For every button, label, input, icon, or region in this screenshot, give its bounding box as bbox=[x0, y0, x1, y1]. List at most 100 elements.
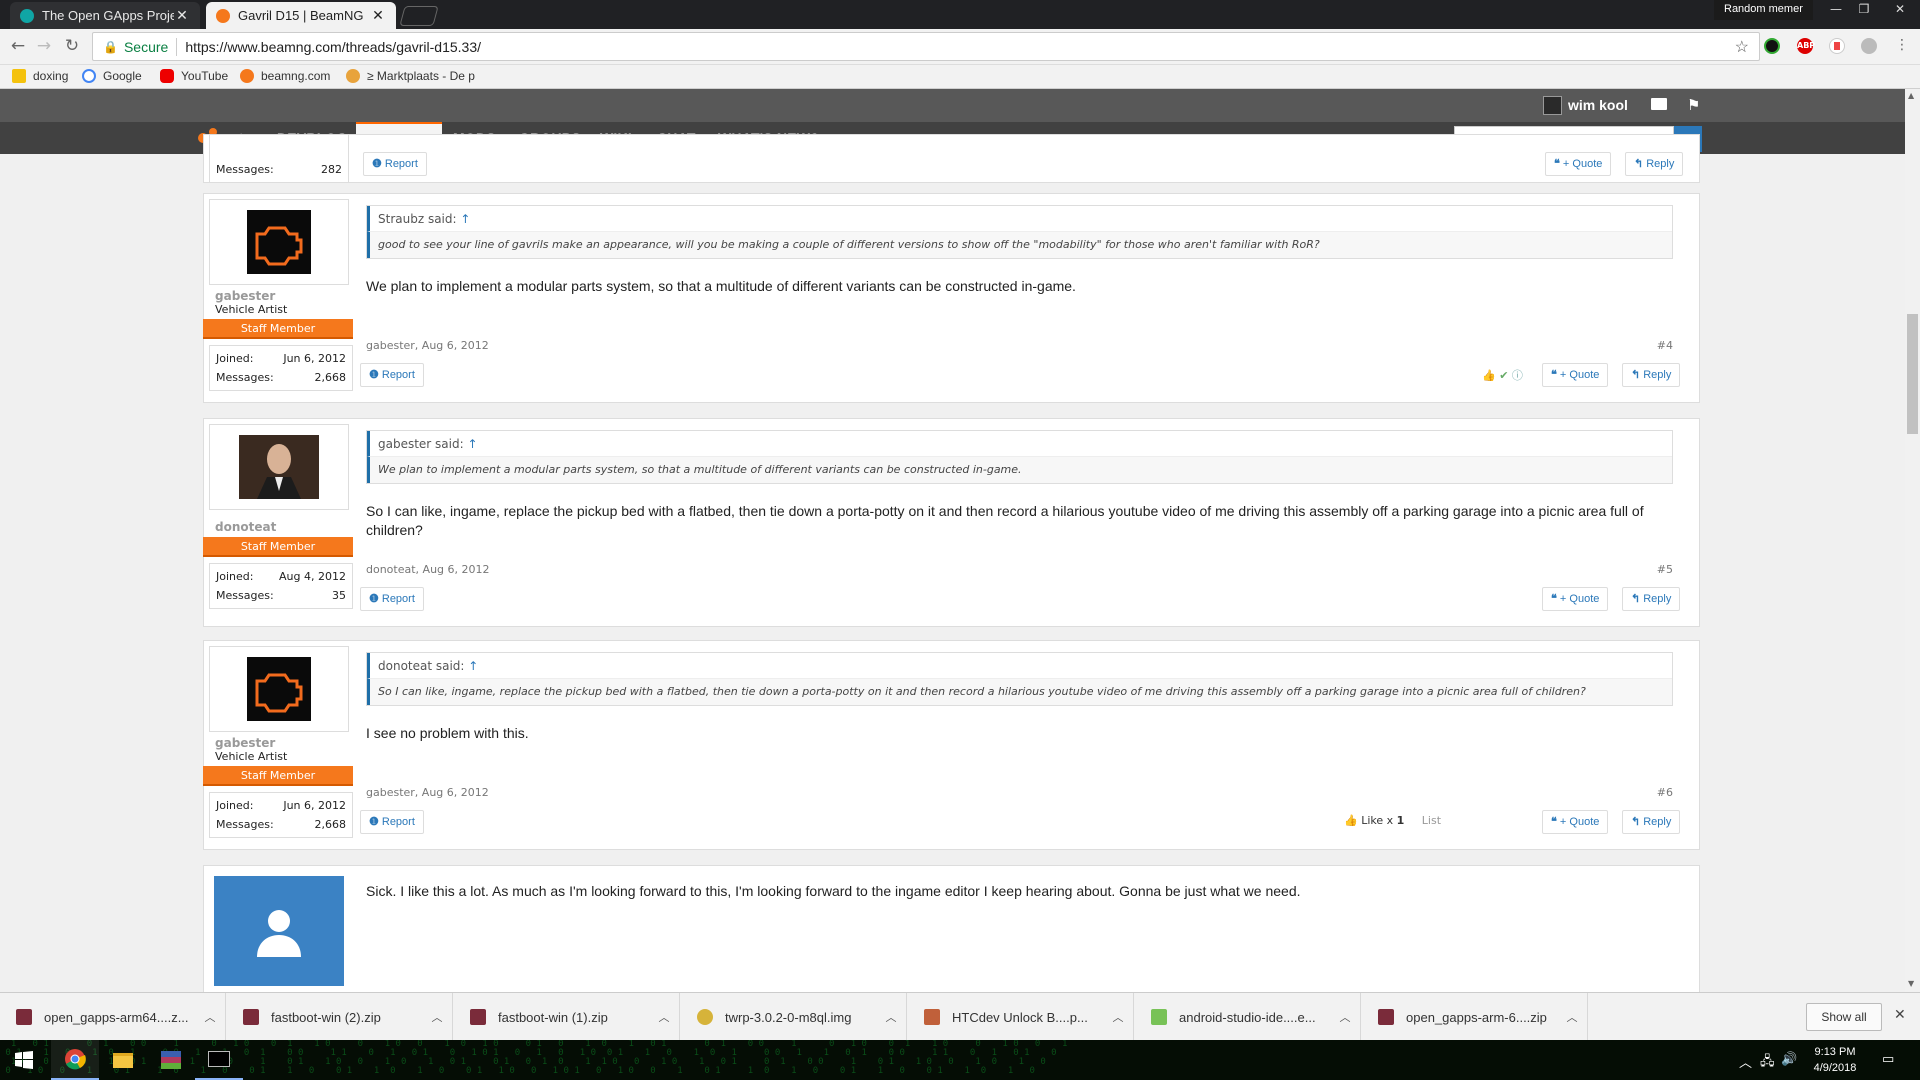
scroll-up-icon[interactable]: ▲ bbox=[1908, 91, 1914, 100]
forward-icon[interactable]: → bbox=[34, 36, 54, 56]
messages-value: 2,668 bbox=[314, 371, 347, 384]
chevron-up-icon[interactable]: ︿ bbox=[649, 1009, 679, 1025]
chevron-up-icon[interactable]: ︿ bbox=[1557, 1009, 1587, 1025]
chrome-menu-icon[interactable]: ⋮ bbox=[1892, 35, 1912, 55]
jump-to-quote-icon[interactable]: ↑ bbox=[468, 437, 478, 451]
download-filename: android-studio-ide....e... bbox=[1179, 1009, 1316, 1025]
download-item[interactable]: twrp-3.0.2-0-m8ql.img ︿ bbox=[681, 993, 907, 1041]
avatar[interactable] bbox=[209, 424, 349, 510]
likes-list-link[interactable]: List bbox=[1422, 814, 1441, 827]
tab-beamng[interactable]: Gavril D15 | BeamNG ✕ bbox=[206, 2, 396, 29]
back-icon[interactable]: ← bbox=[8, 36, 28, 56]
chevron-up-icon[interactable]: ︿ bbox=[195, 1009, 225, 1025]
avatar[interactable] bbox=[209, 199, 349, 285]
taskbar-file-explorer[interactable] bbox=[99, 1040, 147, 1080]
download-item[interactable]: HTCdev Unlock B....p... ︿ bbox=[908, 993, 1134, 1041]
quote-button[interactable]: ❝ + Quote bbox=[1542, 363, 1609, 387]
rating-icons[interactable]: 👍 ✔ ⓘ bbox=[1482, 367, 1523, 383]
minimize-icon[interactable]: — bbox=[1822, 0, 1850, 18]
quote-button[interactable]: ❝ + Quote bbox=[1542, 587, 1609, 611]
new-tab-button[interactable] bbox=[399, 6, 439, 26]
scroll-down-icon[interactable]: ▼ bbox=[1908, 979, 1914, 988]
profile-avatar-icon[interactable] bbox=[1861, 38, 1877, 54]
author-date[interactable]: gabester, Aug 6, 2012 bbox=[366, 786, 489, 799]
post-number[interactable]: #5 bbox=[1657, 563, 1673, 576]
author-date[interactable]: gabester, Aug 6, 2012 bbox=[366, 339, 489, 352]
taskbar-chrome[interactable] bbox=[51, 1040, 99, 1080]
report-button[interactable]: ❶ Report bbox=[360, 587, 424, 611]
username-link[interactable]: gabester bbox=[215, 736, 353, 750]
inbox-icon[interactable] bbox=[1651, 98, 1667, 110]
avatar[interactable] bbox=[209, 646, 349, 732]
chevron-up-icon[interactable]: ︿ bbox=[876, 1009, 906, 1025]
username-link[interactable]: donoteat bbox=[215, 520, 353, 534]
action-center-icon[interactable]: ▭ bbox=[1882, 1052, 1894, 1067]
bookmark-doxing[interactable]: doxing bbox=[12, 69, 68, 83]
extension-icon[interactable] bbox=[1764, 38, 1780, 54]
quote-button[interactable]: ❝ + Quote bbox=[1545, 152, 1612, 176]
report-button[interactable]: ❶ Report bbox=[360, 810, 424, 834]
report-button[interactable]: ❶ Report bbox=[363, 152, 427, 176]
tab-opengapps[interactable]: The Open GApps Project ✕ bbox=[10, 2, 200, 29]
informative-icon[interactable]: ⓘ bbox=[1512, 369, 1523, 382]
user-avatar[interactable] bbox=[1543, 96, 1562, 115]
reload-icon[interactable]: ↻ bbox=[62, 36, 82, 56]
reply-button[interactable]: ↰ Reply bbox=[1622, 587, 1681, 611]
quote-button[interactable]: ❝ + Quote bbox=[1542, 810, 1609, 834]
quote-author[interactable]: donoteat said: ↑ bbox=[367, 653, 1672, 679]
bookmark-marktplaats[interactable]: ≥ Marktplaats - De p bbox=[346, 69, 475, 83]
close-downloads-icon[interactable]: ✕ bbox=[1894, 1007, 1906, 1023]
chevron-up-icon[interactable]: ︿ bbox=[422, 1009, 452, 1025]
reply-button[interactable]: ↰ Reply bbox=[1625, 152, 1684, 176]
taskbar-winrar[interactable] bbox=[147, 1040, 195, 1080]
download-item[interactable]: open_gapps-arm64....z... ︿ bbox=[0, 993, 226, 1041]
download-item[interactable]: open_gapps-arm-6....zip ︿ bbox=[1362, 993, 1588, 1041]
close-window-icon[interactable]: ✕ bbox=[1880, 0, 1920, 18]
post-number[interactable]: #4 bbox=[1657, 339, 1673, 352]
start-button[interactable] bbox=[0, 1040, 48, 1080]
reply-button[interactable]: ↰ Reply bbox=[1622, 810, 1681, 834]
restore-icon[interactable]: ❐ bbox=[1850, 0, 1878, 18]
author-date[interactable]: donoteat, Aug 6, 2012 bbox=[366, 563, 490, 576]
close-tab-icon[interactable]: ✕ bbox=[370, 7, 386, 24]
quote-text: So I can like, ingame, replace the picku… bbox=[367, 679, 1672, 705]
scroll-thumb[interactable] bbox=[1907, 314, 1918, 434]
adblock-plus-icon[interactable]: ABP bbox=[1797, 38, 1815, 54]
archive-file-icon bbox=[243, 1009, 259, 1025]
download-item[interactable]: fastboot-win (1).zip ︿ bbox=[454, 993, 680, 1041]
bookmark-youtube[interactable]: YouTube bbox=[160, 69, 228, 83]
chevron-up-icon[interactable]: ︿ bbox=[1330, 1009, 1360, 1025]
bookmark-beamng[interactable]: beamng.com bbox=[240, 69, 330, 83]
agree-icon[interactable]: ✔ bbox=[1499, 369, 1508, 382]
username-link[interactable]: gabester bbox=[215, 289, 353, 303]
taskbar-command-prompt[interactable] bbox=[195, 1040, 243, 1080]
jump-to-quote-icon[interactable]: ↑ bbox=[468, 659, 478, 673]
show-all-downloads-button[interactable]: Show all bbox=[1806, 1003, 1882, 1031]
extension-icon[interactable] bbox=[1829, 38, 1845, 54]
post-4: gabester Vehicle Artist Staff Member Joi… bbox=[203, 193, 1700, 403]
bookmark-google[interactable]: Google bbox=[82, 69, 142, 83]
url-text[interactable]: https://www.beamng.com/threads/gavril-d1… bbox=[185, 39, 481, 55]
download-item[interactable]: fastboot-win (2).zip ︿ bbox=[227, 993, 453, 1041]
download-item[interactable]: android-studio-ide....e... ︿ bbox=[1135, 993, 1361, 1041]
report-button[interactable]: ❶ Report bbox=[360, 363, 424, 387]
close-tab-icon[interactable]: ✕ bbox=[174, 7, 190, 24]
post-number[interactable]: #6 bbox=[1657, 786, 1673, 799]
avatar[interactable] bbox=[214, 876, 344, 986]
chevron-up-icon[interactable]: ︿ bbox=[1103, 1009, 1133, 1025]
quote-author-text: Straubz said: bbox=[378, 212, 457, 226]
bookmark-star-icon[interactable]: ☆ bbox=[1735, 37, 1749, 57]
page-scrollbar[interactable]: ▲ ▼ bbox=[1905, 89, 1920, 992]
jump-to-quote-icon[interactable]: ↑ bbox=[460, 212, 470, 226]
quote-author[interactable]: Straubz said: ↑ bbox=[367, 206, 1672, 232]
profile-name[interactable]: Random memer bbox=[1714, 0, 1813, 20]
alerts-flag-icon[interactable]: ⚑ bbox=[1687, 96, 1700, 114]
username-link[interactable]: wim kool bbox=[1568, 97, 1628, 113]
quote-author[interactable]: gabester said: ↑ bbox=[367, 431, 1672, 457]
network-icon[interactable]: 🖧 bbox=[1760, 1052, 1775, 1074]
address-bar[interactable]: 🔒 Secure https://www.beamng.com/threads/… bbox=[92, 32, 1760, 61]
system-clock[interactable]: 9:13 PM 4/9/2018 bbox=[1795, 1044, 1875, 1076]
secure-label: Secure bbox=[123, 38, 169, 55]
reply-button[interactable]: ↰ Reply bbox=[1622, 363, 1681, 387]
show-hidden-icons-icon[interactable]: ︿ bbox=[1739, 1052, 1752, 1071]
